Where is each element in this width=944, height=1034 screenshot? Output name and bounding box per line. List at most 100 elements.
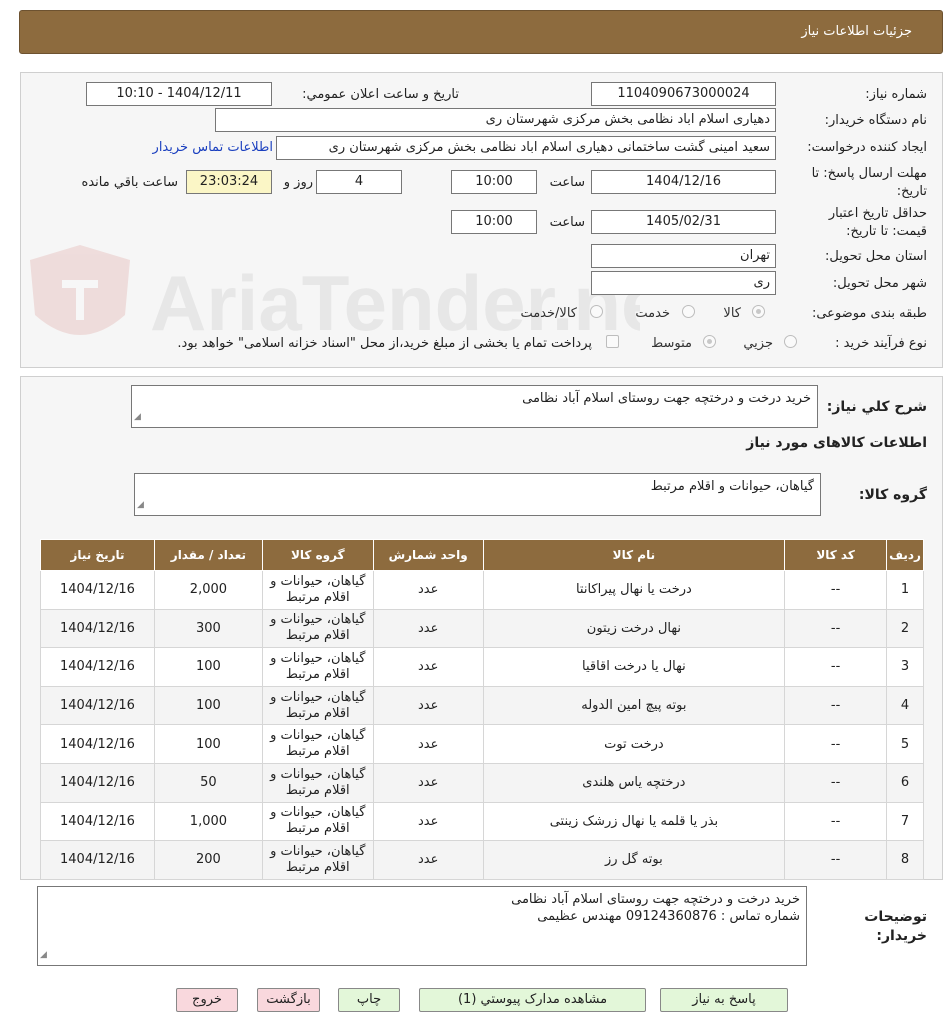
items-section-title: اطلاعات کالاهای مورد نیاز — [746, 435, 927, 451]
creator-label: ایجاد کننده درخواست: — [807, 140, 927, 155]
summary-textarea[interactable]: خرید درخت و درختچه جهت روستای اسلام آباد… — [131, 385, 818, 428]
deadline-date-field[interactable]: 1404/12/16 — [591, 170, 776, 194]
item-code-cell: -- — [784, 724, 888, 764]
announce-date-field[interactable]: 1404/12/11 - 10:10 — [86, 82, 272, 106]
item-name-cell: نهال یا درخت اقاقیا — [482, 647, 786, 687]
reply-button[interactable]: پاسخ به نیاز — [660, 988, 788, 1012]
creator-field[interactable]: سعید امینی گشت ساختمانی دهیاری اسلام ابا… — [276, 136, 776, 160]
group-cell-line1: گیاهان، حیوانات و — [270, 843, 366, 859]
remaining-time-label: ساعت باقي مانده — [81, 175, 178, 190]
process-option-minor: جزیي — [743, 336, 773, 351]
validity-date-field[interactable]: 1405/02/31 — [591, 210, 776, 234]
resize-grip-icon[interactable]: ◢ — [40, 947, 47, 964]
treasury-payment-checkbox[interactable] — [606, 335, 619, 348]
city-field[interactable]: ری — [591, 271, 776, 295]
province-label: استان محل تحویل: — [825, 249, 927, 264]
category-option-goods: کالا — [723, 306, 741, 321]
quantity-cell: 200 — [153, 840, 263, 880]
buyer-contact-link[interactable]: اطلاعات تماس خریدار — [153, 140, 273, 155]
col-name-header: نام کالا — [482, 539, 786, 571]
item-code-cell: -- — [784, 685, 888, 726]
col-code-header: کد کالا — [784, 539, 888, 571]
unit-cell: عدد — [372, 801, 484, 842]
exit-button[interactable]: خروج — [176, 988, 238, 1012]
row-index-cell: 5 — [886, 724, 924, 764]
item-code-cell: -- — [784, 608, 888, 649]
item-name-cell: درخت یا نهال پیراکانتا — [482, 570, 786, 610]
group-cell-line2: اقلام مرتبط — [285, 782, 350, 798]
table-row: 2 -- نهال درخت زیتون عدد گیاهان، حیوانات و اق… — [40, 608, 924, 649]
view-attachments-button[interactable]: مشاهده مدارک پیوستي (1) — [419, 988, 646, 1012]
group-cell-line2: اقلام مرتبط — [285, 589, 350, 605]
buyer-notes-label-line2: خریدار: — [876, 928, 927, 944]
category-radio-goods-service[interactable] — [590, 305, 603, 318]
buyer-notes-textarea[interactable]: خرید درخت و درختچه جهت روستای اسلام آباد… — [37, 886, 807, 966]
page-title: جزئیات اطلاعات نیاز — [801, 24, 912, 39]
buyer-org-field[interactable]: دهیاری اسلام اباد نظامی بخش مرکزی شهرستا… — [215, 108, 776, 132]
resize-grip-icon[interactable]: ◢ — [134, 409, 141, 426]
row-index-cell: 6 — [886, 762, 924, 803]
group-cell-line1: گیاهان، حیوانات و — [270, 728, 366, 744]
group-cell: گیاهان، حیوانات و اقلام مرتبط — [261, 608, 374, 649]
col-unit-header: واحد شمارش — [372, 539, 484, 571]
item-name-cell: بذر یا قلمه یا نهال زرشک زینتی — [482, 801, 786, 842]
group-cell-line1: گیاهان، حیوانات و — [270, 689, 366, 705]
days-label: روز و — [283, 175, 313, 190]
item-name-cell: درخت توت — [482, 724, 786, 764]
item-name-cell: بوته گل رز — [482, 840, 786, 880]
group-cell-line2: اقلام مرتبط — [285, 666, 350, 682]
quantity-cell: 100 — [153, 724, 263, 764]
resize-grip-icon[interactable]: ◢ — [137, 497, 144, 514]
need-number-field[interactable]: 1104090673000024 — [591, 82, 776, 106]
item-name-cell: درختچه یاس هلندی — [482, 762, 786, 803]
items-table-body: 1 -- درخت یا نهال پیراکانتا عدد گیاهان، حیوا… — [40, 570, 924, 880]
row-index-cell: 4 — [886, 685, 924, 726]
remaining-time-field: 23:03:24 — [186, 170, 272, 194]
deadline-label-line2: تاریخ: — [896, 184, 927, 199]
validity-time-field[interactable]: 10:00 — [451, 210, 537, 234]
table-header-row: ردیف کد کالا نام کالا واحد شمارش گروه کا… — [40, 539, 924, 571]
item-code-cell: -- — [784, 647, 888, 687]
group-cell-line1: گیاهان، حیوانات و — [270, 650, 366, 666]
need-date-cell: 1404/12/16 — [40, 724, 155, 764]
quantity-cell: 300 — [153, 608, 263, 649]
need-date-cell: 1404/12/16 — [40, 840, 155, 880]
goods-group-label: گروه کالا: — [858, 487, 927, 503]
process-radio-medium[interactable] — [703, 335, 716, 348]
col-row-header: ردیف — [886, 539, 924, 571]
group-cell-line2: اقلام مرتبط — [285, 628, 350, 644]
table-row: 3 -- نهال یا درخت اقاقیا عدد گیاهان، حیوانات… — [40, 647, 924, 687]
process-radio-minor[interactable] — [784, 335, 797, 348]
col-group-header: گروه کالا — [261, 539, 374, 571]
category-label: طبقه بندی موضوعی: — [811, 306, 927, 321]
group-cell-line1: گیاهان، حیوانات و — [270, 573, 366, 589]
row-index-cell: 2 — [886, 608, 924, 649]
validity-label-line1: حداقل تاریخ اعتبار — [828, 206, 927, 221]
category-radio-service[interactable] — [682, 305, 695, 318]
page-header: جزئیات اطلاعات نیاز — [19, 10, 943, 54]
row-index-cell: 3 — [886, 647, 924, 687]
buyer-org-label: نام دستگاه خریدار: — [824, 113, 927, 128]
unit-cell: عدد — [372, 647, 484, 687]
row-index-cell: 7 — [886, 801, 924, 842]
item-name-cell: بوته پیچ امین الدوله — [482, 685, 786, 726]
province-field[interactable]: تهران — [591, 244, 776, 268]
group-cell: گیاهان، حیوانات و اقلام مرتبط — [261, 724, 374, 764]
group-cell-line1: گیاهان، حیوانات و — [270, 612, 366, 628]
category-radio-goods[interactable] — [752, 305, 765, 318]
print-button[interactable]: چاپ — [338, 988, 400, 1012]
group-cell: گیاهان، حیوانات و اقلام مرتبط — [261, 647, 374, 687]
process-option-medium: متوسط — [651, 336, 692, 351]
back-button[interactable]: بازگشت — [257, 988, 320, 1012]
buyer-notes-line1: خرید درخت و درختچه جهت روستای اسلام آباد… — [511, 892, 800, 907]
deadline-time-field[interactable]: 10:00 — [451, 170, 537, 194]
category-option-service: خدمت — [635, 306, 670, 321]
row-index-cell: 1 — [886, 570, 924, 610]
summary-text: خرید درخت و درختچه جهت روستای اسلام آباد… — [522, 391, 811, 406]
col-date-header: تاریخ نیاز — [40, 539, 155, 571]
city-label: شهر محل تحویل: — [832, 276, 927, 291]
goods-group-textarea[interactable]: گیاهان، حیوانات و اقلام مرتبط ◢ — [134, 473, 821, 516]
days-remaining-field[interactable]: 4 — [316, 170, 402, 194]
unit-cell: عدد — [372, 570, 484, 610]
item-code-cell: -- — [784, 570, 888, 610]
